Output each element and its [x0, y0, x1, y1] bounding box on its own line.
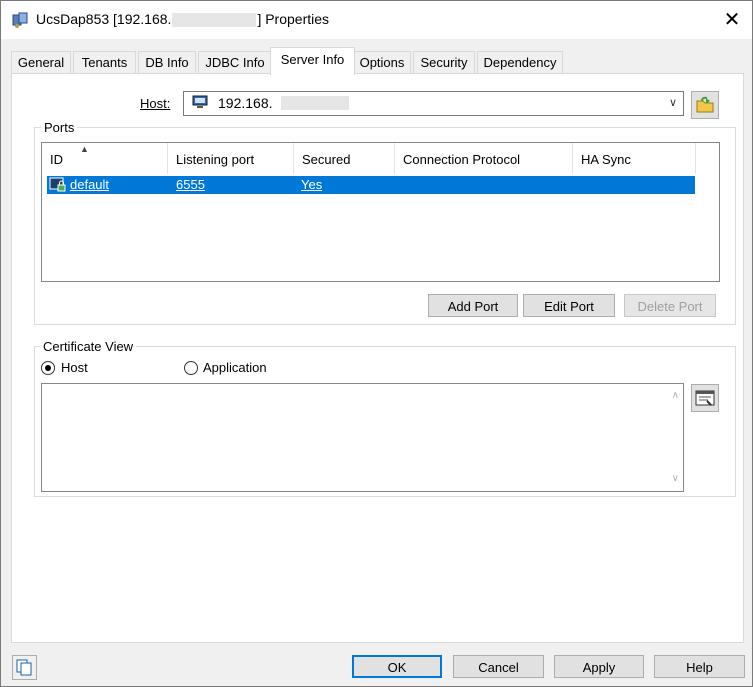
- tab-general[interactable]: General: [11, 51, 71, 74]
- tab-jdbc-info[interactable]: JDBC Info: [198, 51, 272, 74]
- add-port-button[interactable]: Add Port: [428, 294, 518, 317]
- copy-icon[interactable]: [12, 655, 37, 680]
- redacted-block: [172, 13, 257, 28]
- certificate-group-label: Certificate View: [40, 339, 137, 354]
- col-listening-port[interactable]: Listening port: [168, 143, 294, 174]
- redacted-block: [281, 96, 349, 110]
- ports-list-header: ID ▲ Listening port Secured Connection P…: [42, 143, 719, 174]
- certificate-view-icon[interactable]: [691, 384, 719, 412]
- tab-server-info[interactable]: Server Info: [270, 47, 355, 75]
- application-radio[interactable]: [184, 361, 198, 375]
- cell-port: 6555: [176, 177, 205, 192]
- tab-dependency[interactable]: Dependency: [477, 51, 563, 74]
- host-label: Host:: [140, 96, 171, 111]
- certificate-text[interactable]: ∧ ∨: [41, 383, 684, 492]
- tab-tenants[interactable]: Tenants: [73, 51, 136, 74]
- edit-port-button[interactable]: Edit Port: [523, 294, 615, 317]
- cell-id: default: [70, 177, 110, 192]
- col-id[interactable]: ID: [42, 143, 168, 174]
- tab-db-info[interactable]: DB Info: [138, 51, 196, 74]
- tab-options[interactable]: Options: [353, 51, 411, 74]
- window-title: UcsDap853 [192.168.] Properties: [36, 11, 330, 28]
- col-ha-sync[interactable]: HA Sync: [573, 143, 696, 174]
- app-icon: [12, 12, 28, 28]
- tab-security[interactable]: Security: [413, 51, 475, 74]
- scroll-down-icon[interactable]: ∨: [672, 473, 679, 484]
- application-radio-label[interactable]: Application: [203, 360, 267, 375]
- radio-dot: [45, 365, 51, 371]
- sort-up-icon: ▲: [80, 144, 89, 154]
- table-row[interactable]: default 6555 Yes: [47, 176, 695, 194]
- ports-group-label: Ports: [41, 120, 78, 135]
- scroll-up-icon[interactable]: ∧: [672, 390, 679, 401]
- title-bar: UcsDap853 [192.168.] Properties ✕: [1, 1, 752, 39]
- properties-window: UcsDap853 [192.168.] Properties ✕ Genera…: [0, 0, 753, 687]
- port-lock-icon: [49, 177, 66, 192]
- col-secured[interactable]: Secured: [294, 143, 395, 174]
- monitor-icon: [192, 95, 208, 108]
- host-value: 192.168.: [218, 95, 273, 111]
- chevron-down-icon: ∨: [668, 97, 677, 109]
- host-combo[interactable]: 192.168. ∨: [183, 91, 684, 116]
- ports-list[interactable]: ID ▲ Listening port Secured Connection P…: [41, 142, 720, 282]
- ok-button[interactable]: OK: [352, 655, 442, 678]
- certificate-view-glyph: [695, 390, 715, 406]
- folder-refresh-glyph: [696, 96, 714, 113]
- cancel-button[interactable]: Cancel: [453, 655, 544, 678]
- copy-glyph: [16, 659, 32, 676]
- host-radio[interactable]: [41, 361, 55, 375]
- folder-refresh-icon[interactable]: [691, 91, 719, 119]
- close-icon[interactable]: ✕: [717, 5, 747, 35]
- host-radio-label[interactable]: Host: [61, 360, 88, 375]
- apply-button[interactable]: Apply: [554, 655, 644, 678]
- help-button[interactable]: Help: [654, 655, 745, 678]
- col-connection-protocol[interactable]: Connection Protocol: [395, 143, 573, 174]
- delete-port-button[interactable]: Delete Port: [624, 294, 716, 317]
- cell-secured: Yes: [301, 177, 323, 192]
